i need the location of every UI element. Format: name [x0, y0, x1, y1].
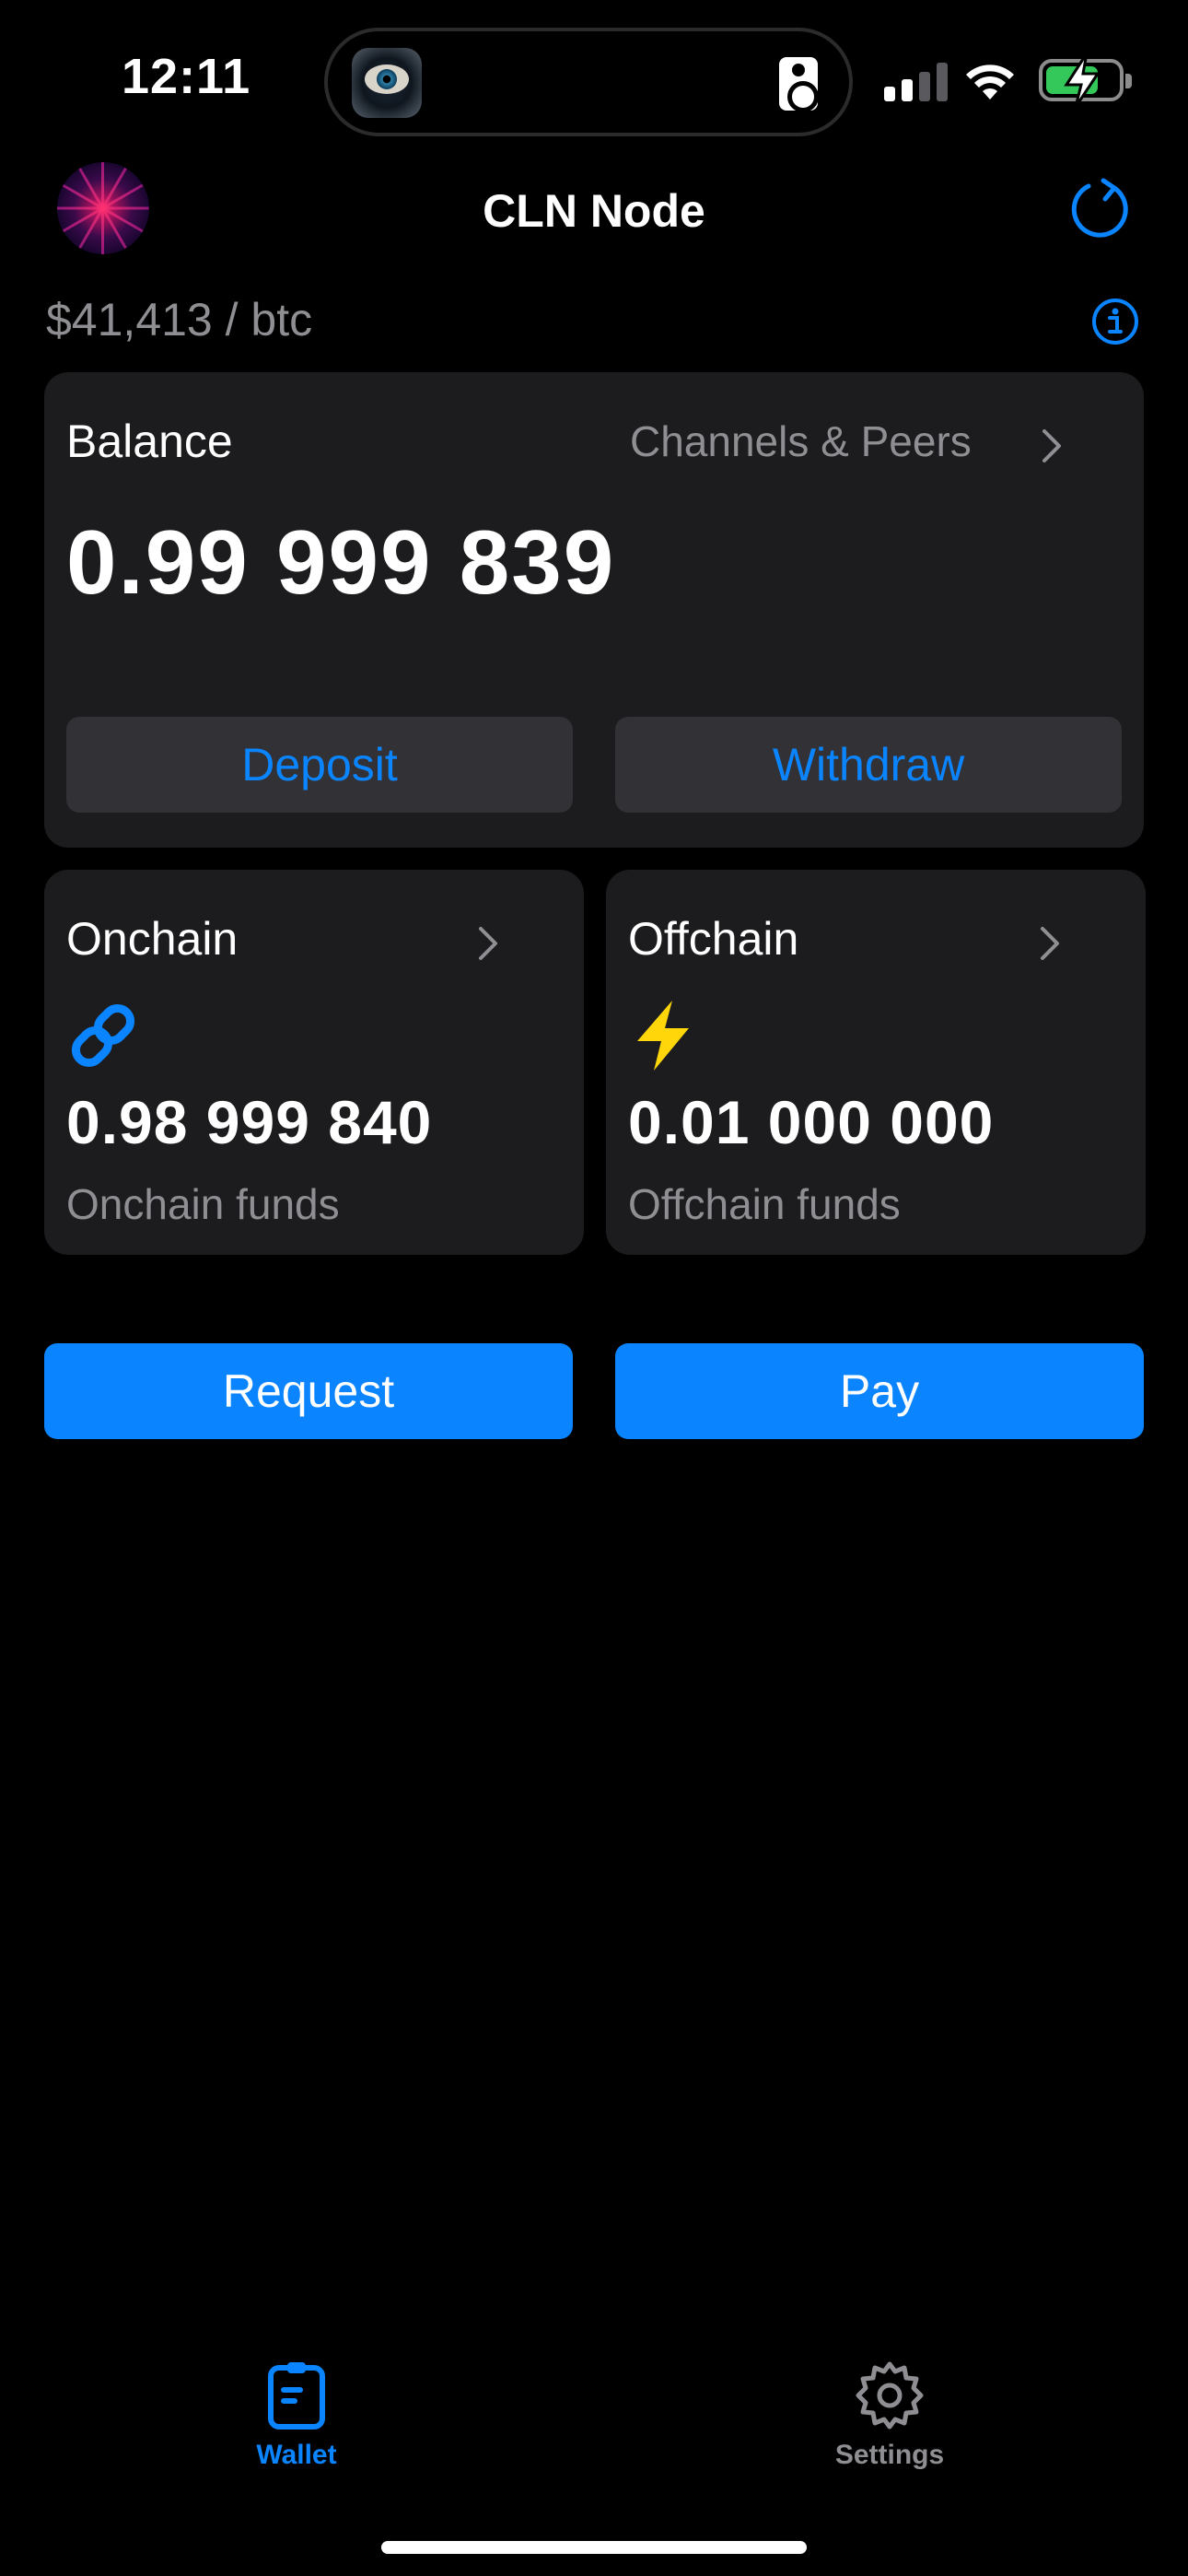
chevron-right-icon [1041, 927, 1059, 960]
onchain-amount: 0.98 999 840 [66, 1088, 433, 1156]
speaker-icon [779, 57, 819, 112]
onchain-subtitle: Onchain funds [66, 1180, 340, 1228]
btc-price: $41,413 / btc [46, 294, 313, 345]
onchain-label: Onchain [66, 913, 239, 965]
page-title: CLN Node [483, 185, 705, 237]
cellular-signal-icon [884, 63, 949, 101]
wallet-icon [268, 2362, 325, 2430]
chevron-right-icon [479, 927, 497, 960]
dynamic-island[interactable] [324, 28, 853, 136]
chevron-right-icon [1042, 429, 1061, 463]
gear-icon [856, 2361, 924, 2430]
wifi-icon [966, 64, 1014, 100]
onchain-card[interactable]: Onchain 0.98 999 840 Onchain funds [44, 870, 584, 1255]
balance-amount: 0.99 999 839 [66, 511, 616, 613]
tab-settings[interactable]: Settings [798, 2359, 982, 2471]
withdraw-button[interactable]: Withdraw [615, 717, 1122, 813]
pay-button[interactable]: Pay [615, 1343, 1144, 1439]
channels-peers-label: Channels & Peers [630, 417, 972, 465]
status-time: 12:11 [122, 49, 251, 104]
status-bar: 12:11 [0, 0, 1188, 147]
offchain-amount: 0.01 000 000 [628, 1088, 995, 1156]
link-icon [71, 1003, 135, 1068]
offchain-label: Offchain [628, 913, 799, 965]
tab-wallet[interactable]: Wallet [204, 2359, 389, 2471]
info-icon[interactable] [1090, 297, 1140, 346]
tab-wallet-label: Wallet [256, 2440, 337, 2470]
refresh-icon[interactable] [1068, 175, 1135, 241]
offchain-card[interactable]: Offchain 0.01 000 000 Offchain funds [606, 870, 1146, 1255]
request-button[interactable]: Request [44, 1343, 573, 1439]
now-playing-app-icon [352, 48, 422, 118]
home-indicator[interactable] [381, 2541, 807, 2554]
balance-card: Balance Channels & Peers 0.99 999 839 De… [44, 372, 1144, 848]
charging-bolt-icon [1064, 53, 1101, 108]
deposit-button[interactable]: Deposit [66, 717, 573, 813]
offchain-subtitle: Offchain funds [628, 1180, 901, 1228]
lightning-icon [637, 1001, 689, 1071]
balance-label: Balance [66, 416, 233, 467]
tab-settings-label: Settings [834, 2440, 945, 2470]
